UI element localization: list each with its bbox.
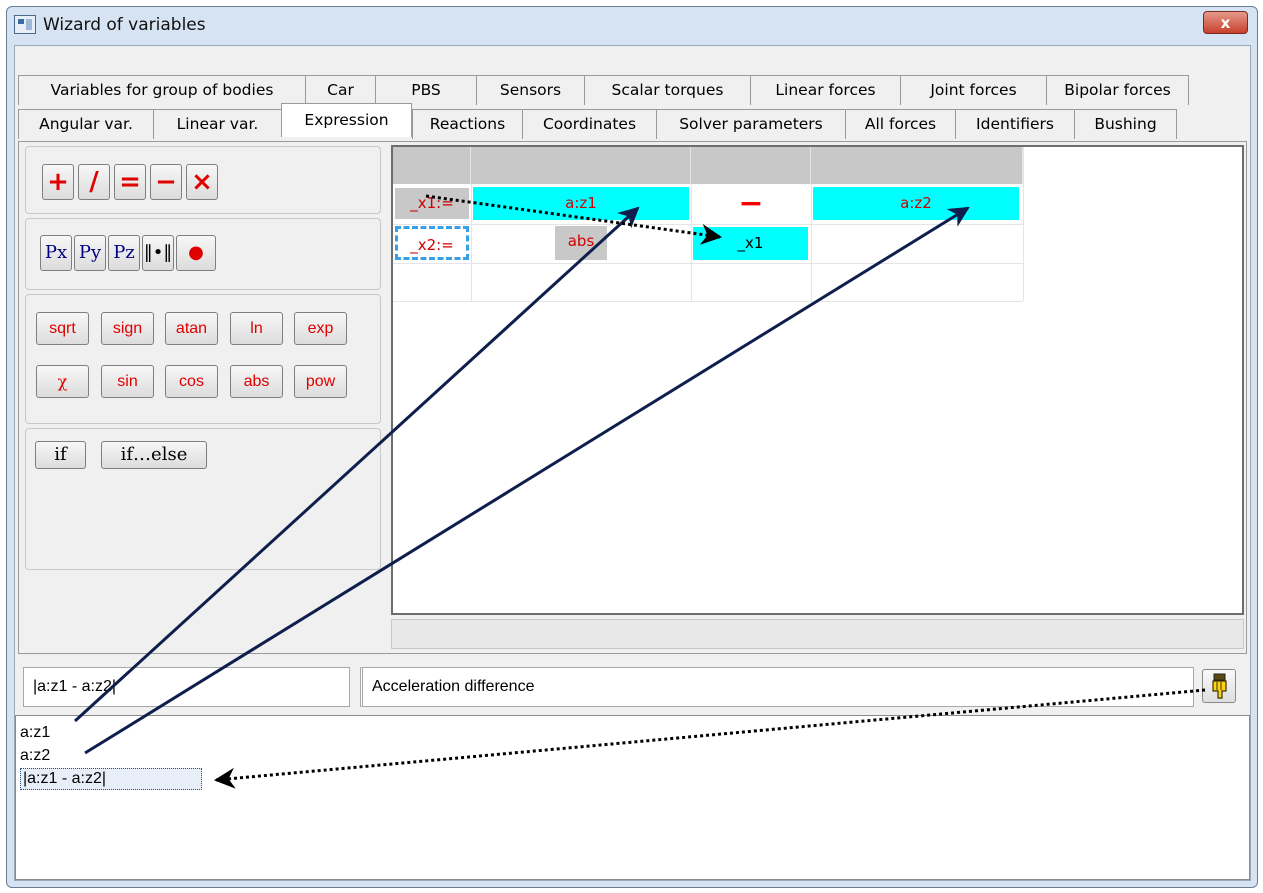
tab-linear-forces[interactable]: Linear forces <box>750 75 900 105</box>
expression-text-field[interactable]: |a:z1 - a:z2| <box>23 667 350 707</box>
tab-solver-parameters[interactable]: Solver parameters <box>656 109 845 139</box>
tab-bipolar-forces[interactable]: Bipolar forces <box>1046 75 1189 105</box>
grid-line <box>471 184 472 301</box>
tab-linear-var[interactable]: Linear var. <box>153 109 281 139</box>
chi-button[interactable]: χ <box>36 365 89 398</box>
pointing-hand-icon-button[interactable] <box>1202 669 1236 703</box>
tab-sensors[interactable]: Sensors <box>476 75 584 105</box>
grid-horizontal-scrollbar[interactable] <box>391 619 1244 649</box>
pz-button[interactable]: Pz <box>108 235 140 271</box>
grid-cell-arg-x1[interactable]: _x1 <box>693 227 808 260</box>
pointing-hand-icon <box>1212 673 1227 699</box>
grid-line <box>393 263 1023 264</box>
tab-joint-forces[interactable]: Joint forces <box>900 75 1046 105</box>
sqrt-button[interactable]: sqrt <box>36 312 89 345</box>
grid-line <box>1023 147 1024 301</box>
minus-button[interactable]: − <box>150 164 182 200</box>
grid-cell-arg-a-z2[interactable]: a:z2 <box>813 187 1019 220</box>
client-area: Variables for group of bodies Car PBS Se… <box>14 45 1251 881</box>
list-item-abs-difference-selected[interactable]: |a:z1 - a:z2| <box>20 768 202 790</box>
grid-line <box>811 184 812 301</box>
tab-row-front: Angular var. Linear var. Expression Reac… <box>18 103 1177 139</box>
tab-all-forces[interactable]: All forces <box>845 109 955 139</box>
tab-bushing[interactable]: Bushing <box>1074 109 1177 139</box>
grid-cell-arg-a-z1[interactable]: a:z1 <box>473 187 689 220</box>
variables-list[interactable]: a:z1 a:z2 |a:z1 - a:z2| <box>15 715 1250 880</box>
multiply-button[interactable]: × <box>186 164 218 200</box>
expression-grid[interactable]: _x1:= a:z1 − a:z2 _x2:= abs _x1 <box>391 145 1244 615</box>
cos-button[interactable]: cos <box>165 365 218 398</box>
expression-panel: + / = − × Px Py Pz ‖•‖ ● sqrt sign atan … <box>18 141 1247 654</box>
grid-line <box>393 224 1023 225</box>
grid-header-cell <box>471 147 691 184</box>
atan-button[interactable]: atan <box>165 312 218 345</box>
list-item-a-z1[interactable]: a:z1 <box>20 723 50 743</box>
divide-button[interactable]: / <box>78 164 110 200</box>
sign-button[interactable]: sign <box>101 312 154 345</box>
pow-button[interactable]: pow <box>294 365 347 398</box>
grid-header-cell <box>691 147 811 184</box>
window-title: Wizard of variables <box>43 15 206 35</box>
tab-row-back: Variables for group of bodies Car PBS Se… <box>18 75 1189 105</box>
list-item-a-z2[interactable]: a:z2 <box>20 746 50 766</box>
grid-line <box>691 184 692 301</box>
tab-identifiers[interactable]: Identifiers <box>955 109 1074 139</box>
if-button[interactable]: if <box>35 441 86 469</box>
tab-angular-var[interactable]: Angular var. <box>18 109 153 139</box>
title-bar: Wizard of variables x <box>7 7 1257 41</box>
description-text-field[interactable]: Acceleration difference <box>360 667 1194 707</box>
py-button[interactable]: Py <box>74 235 106 271</box>
dot-product-button[interactable]: ● <box>176 235 216 271</box>
equals-button[interactable]: = <box>114 164 146 200</box>
grid-cell-abs-function[interactable]: abs <box>555 226 607 260</box>
conditions-group: if if…else <box>25 428 381 570</box>
norm-button[interactable]: ‖•‖ <box>142 235 174 271</box>
operators-group: + / = − × <box>25 146 381 214</box>
plus-button[interactable]: + <box>42 164 74 200</box>
if-else-button[interactable]: if…else <box>101 441 207 469</box>
abs-button[interactable]: abs <box>230 365 283 398</box>
grid-cell-target-x2-selected[interactable]: _x2:= <box>395 226 469 260</box>
sin-button[interactable]: sin <box>101 365 154 398</box>
grid-header-cell <box>393 147 471 184</box>
ln-button[interactable]: ln <box>230 312 283 345</box>
px-button[interactable]: Px <box>40 235 72 271</box>
functions-group: sqrt sign atan ln exp χ sin cos abs pow <box>25 294 381 424</box>
tab-expression[interactable]: Expression <box>281 103 412 137</box>
tab-variables-for-group-of-bodies[interactable]: Variables for group of bodies <box>18 75 305 105</box>
wizard-window: Wizard of variables x Variables for grou… <box>6 6 1258 888</box>
vector-ops-group: Px Py Pz ‖•‖ ● <box>25 218 381 290</box>
tab-scalar-torques[interactable]: Scalar torques <box>584 75 750 105</box>
tab-pbs[interactable]: PBS <box>375 75 476 105</box>
exp-button[interactable]: exp <box>294 312 347 345</box>
app-icon <box>14 15 36 34</box>
grid-cell-minus-operator[interactable]: − <box>693 185 809 222</box>
tab-reactions[interactable]: Reactions <box>412 109 522 139</box>
grid-line <box>393 301 1023 302</box>
tab-car[interactable]: Car <box>305 75 375 105</box>
grid-cell-target-x1[interactable]: _x1:= <box>395 188 469 219</box>
tab-coordinates[interactable]: Coordinates <box>522 109 656 139</box>
grid-header-cell <box>811 147 1023 184</box>
close-button[interactable]: x <box>1203 11 1248 34</box>
